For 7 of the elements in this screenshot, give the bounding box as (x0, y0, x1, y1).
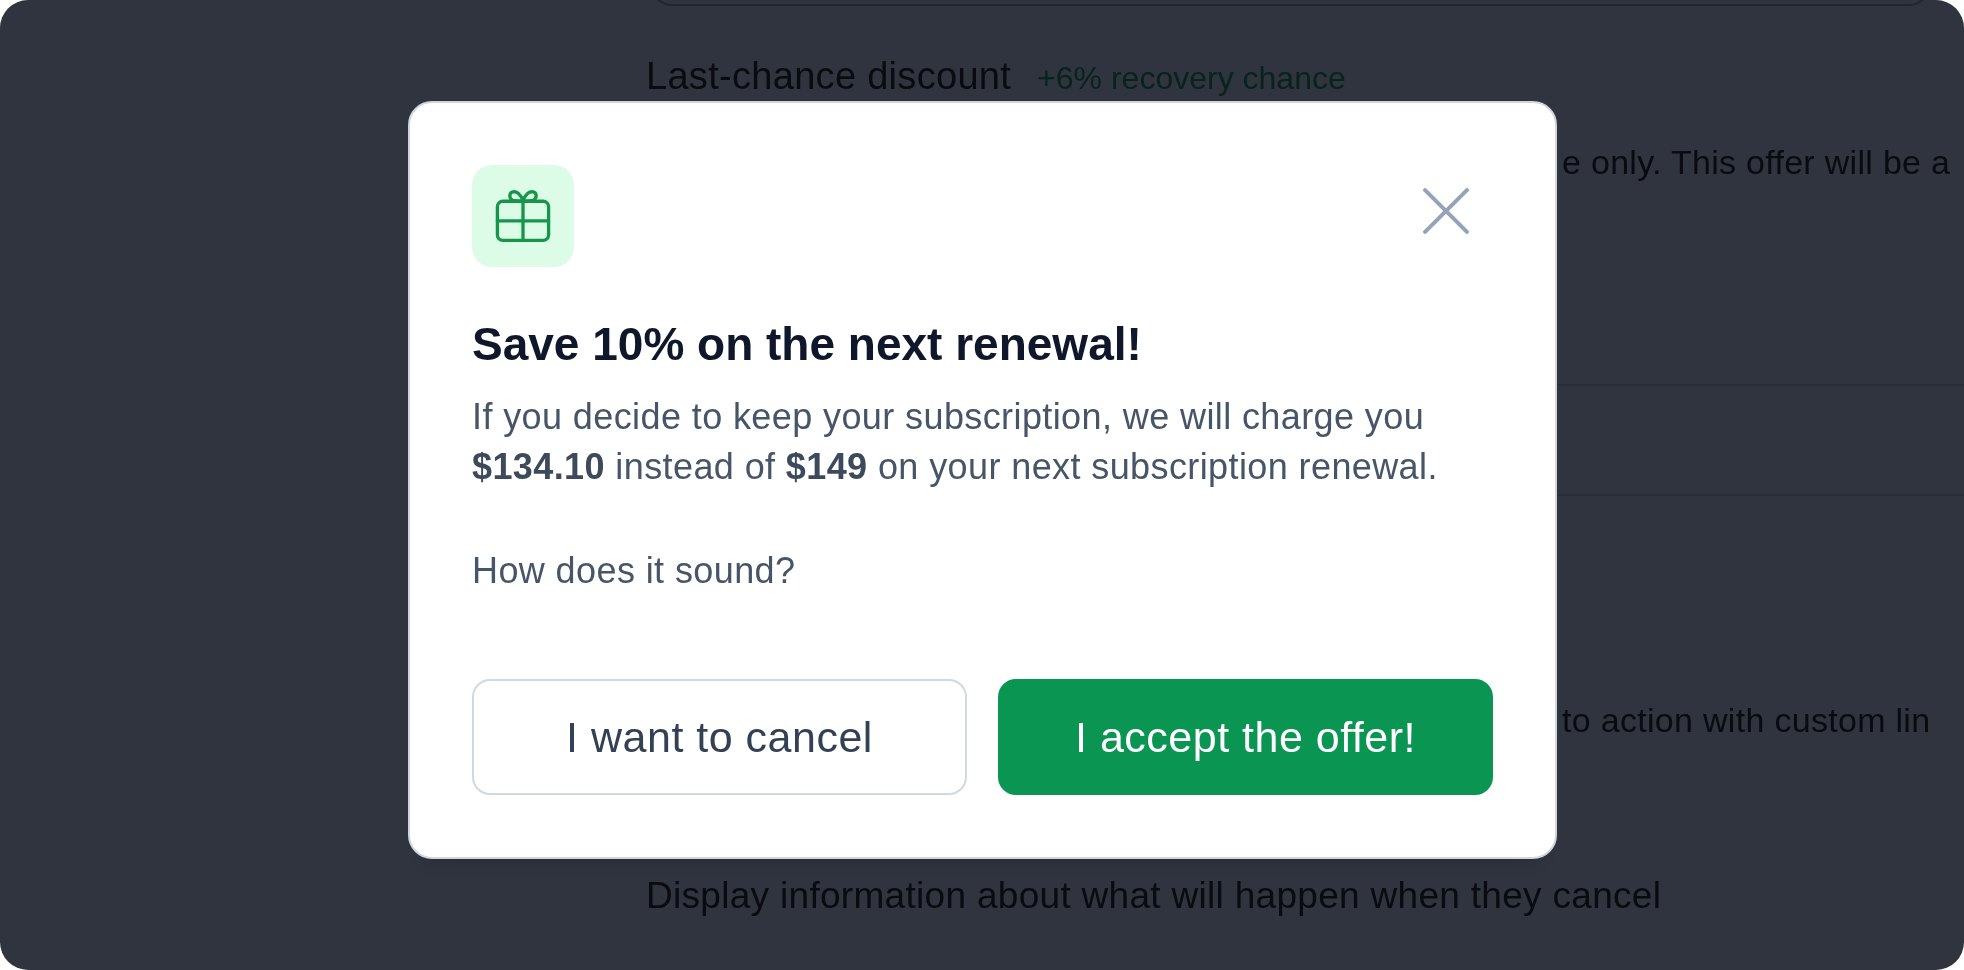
close-icon[interactable] (1423, 188, 1469, 234)
secondary-button[interactable]: I want to cancel (472, 679, 967, 795)
dialog-text: If you decide to keep your subscription, we will charge you $134.10 instead of $149 on your next subscription renewal. (472, 395, 1439, 489)
primary-button[interactable]: I accept the offer! (998, 679, 1493, 795)
gift-icon (472, 165, 574, 267)
dialog-title: Save 10% on the next renewal! (472, 317, 1143, 372)
dialog-text: How does it sound? (472, 549, 797, 593)
